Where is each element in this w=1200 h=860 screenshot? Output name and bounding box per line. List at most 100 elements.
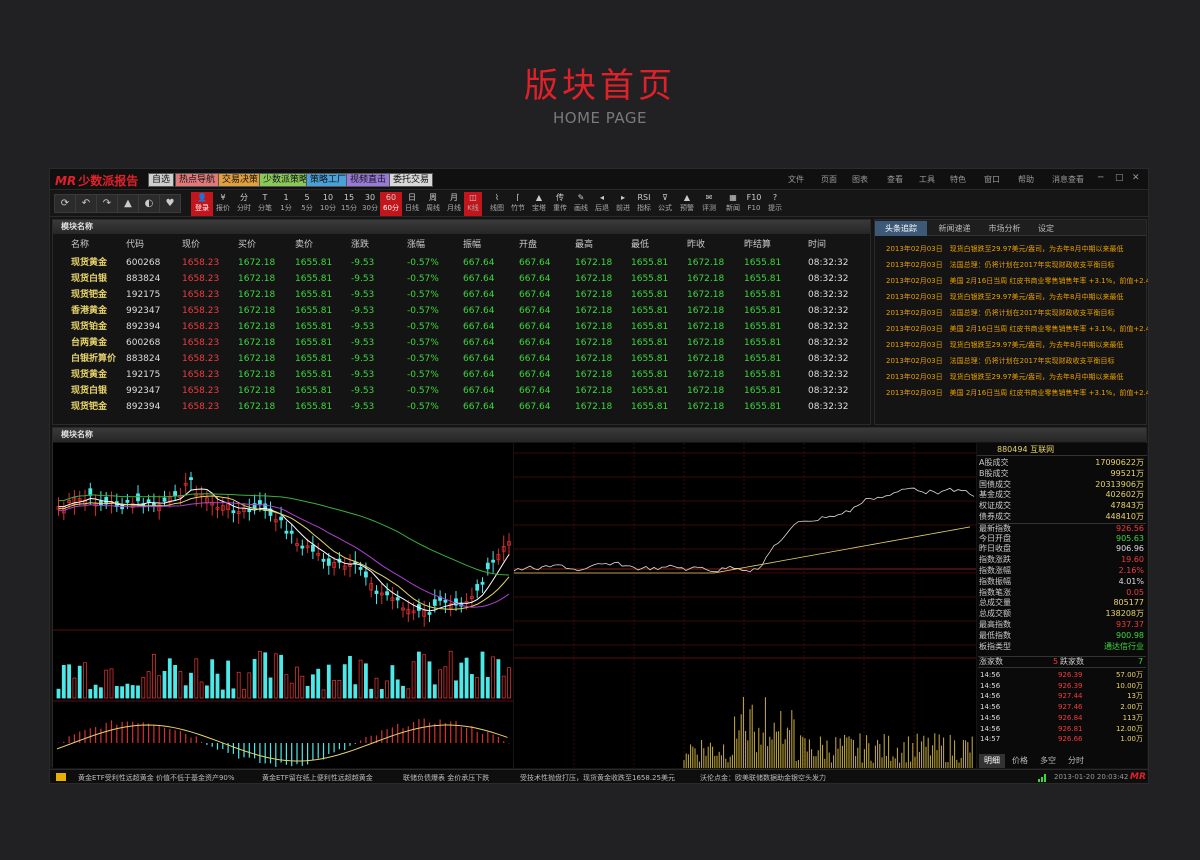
table-cell: -9.53 [351, 338, 375, 348]
back-button[interactable]: ↶ [75, 194, 97, 213]
info-tab-0[interactable]: 明细 [979, 754, 1005, 768]
volume-bar [252, 658, 257, 699]
news-item[interactable]: 2013年02月03日 现货白银跌至29.97美元/盎司，为去年8月中期以来最低 [886, 372, 1123, 382]
table-cell: 667.64 [463, 370, 495, 380]
stat-label: 板指类型 [979, 641, 1011, 651]
mail-icon[interactable] [56, 773, 66, 781]
news-tab-0[interactable]: 头条追踪 [875, 221, 927, 236]
table-cell: 667.64 [519, 306, 551, 316]
heart-button[interactable]: ♥ [159, 194, 181, 213]
table-cell: 1658.23 [182, 306, 220, 316]
menu-item-7[interactable]: 帮助 [1018, 174, 1034, 185]
table-cell: 1655.81 [631, 274, 669, 284]
toolbar-item-13[interactable]: ◫ K线 [464, 192, 482, 216]
news-item[interactable]: 2013年02月03日 美国 2月16日当周 红皮书商业零售销售年率 +3.1%… [886, 324, 1148, 334]
table-row[interactable]: 现货白银 992347 1658.23 1672.18 1655.81 -9.53 -0.5… [53, 383, 872, 399]
table-cell: -9.53 [351, 354, 375, 364]
volume-bar [210, 659, 215, 699]
contrast-button[interactable]: ◐ [138, 194, 160, 213]
column-header: 最高 [575, 240, 594, 250]
tick-row: 14:56 926.81 12.00万 [978, 724, 1146, 735]
forward-button[interactable]: ↷ [96, 194, 118, 213]
table-cell: -0.57% [407, 274, 439, 284]
table-row[interactable]: 现货钯金 192175 1658.23 1672.18 1655.81 -9.53 -0.5… [53, 287, 872, 303]
table-cell: 现货铂金 [71, 322, 108, 332]
table-cell: 白银折算价 [71, 354, 117, 364]
ticker-item[interactable]: 黄金ETF受利性远超黄金 价值不低于基金资产90% [78, 773, 235, 783]
table-cell: -9.53 [351, 386, 375, 396]
ticker-item[interactable]: 受技术性抛盘打压，现货黄金收跌至1658.25美元 [520, 773, 675, 783]
table-cell: 08:32:32 [808, 322, 849, 332]
table-row[interactable]: 现货铂金 892394 1658.23 1672.18 1655.81 -9.53 -0.5… [53, 319, 872, 335]
menu-item-0[interactable]: 文件 [788, 174, 804, 185]
news-item[interactable]: 2013年02月03日 法国总理：仍将计划在2017年实现财政收支平衡目标 [886, 356, 1114, 366]
candle [247, 509, 252, 513]
minimize-button[interactable]: ─ [1098, 173, 1103, 183]
menu-item-2[interactable]: 图表 [852, 174, 868, 185]
menu-item-3[interactable]: 查看 [887, 174, 903, 185]
table-row[interactable]: 现货钯金 892394 1658.23 1672.18 1655.81 -9.53 -0.5… [53, 399, 872, 415]
stat-label: 权证成交 [979, 501, 1011, 511]
refresh-button[interactable]: ⟳ [54, 194, 76, 213]
menu-item-6[interactable]: 窗口 [984, 174, 1000, 185]
table-cell: 台两黄金 [71, 338, 108, 348]
table-row[interactable]: 现货黄金 192175 1658.23 1672.18 1655.81 -9.53 -0.5… [53, 367, 872, 383]
volume-bar [61, 664, 66, 699]
table-cell: 1655.81 [295, 274, 333, 284]
ticker-item[interactable]: 沃伦点金：欧美联储数据助金银空头发力 [700, 773, 826, 783]
news-item[interactable]: 2013年02月03日 现货白银跌至29.97美元/盎司，为去年8月中期以来最低 [886, 244, 1123, 254]
timeshare-chart[interactable] [514, 443, 976, 768]
info-tab-3[interactable]: 分时 [1063, 754, 1089, 768]
volume-bar [120, 686, 124, 699]
table-cell: -0.57% [407, 290, 439, 300]
table-cell: 08:32:32 [808, 306, 849, 316]
tick-p: 926.81 [1058, 724, 1083, 733]
table-row[interactable]: 香港黄金 992347 1658.23 1672.18 1655.81 -9.53 -0.5… [53, 303, 872, 319]
menu-item-1[interactable]: 页面 [821, 174, 837, 185]
news-item[interactable]: 2013年02月03日 美国 2月16日当周 红皮书商业零售销售年率 +3.1%… [886, 388, 1148, 398]
info-tab-2[interactable]: 多空 [1035, 754, 1061, 768]
toolbar-item-icon: 30 [364, 193, 376, 202]
volume-bar [130, 685, 135, 699]
table-row[interactable]: 台两黄金 600268 1658.23 1672.18 1655.81 -9.53 -0.5… [53, 335, 872, 351]
table-row[interactable]: 现货白银 883824 1658.23 1672.18 1655.81 -9.53 -0.5… [53, 271, 872, 287]
table-cell: 1655.81 [631, 354, 669, 364]
news-tab-3[interactable]: 设定 [1031, 221, 1061, 236]
table-cell: 1658.23 [182, 386, 220, 396]
nav-button-5[interactable]: 视频直击 [346, 173, 391, 187]
news-item[interactable]: 2013年02月03日 美国 2月16日当周 红皮书商业零售销售年率 +3.1%… [886, 276, 1148, 286]
news-item[interactable]: 2013年02月03日 法国总理：仍将计划在2017年实现财政收支平衡目标 [886, 308, 1114, 318]
close-button[interactable]: ✕ [1132, 173, 1140, 183]
maximize-button[interactable]: □ [1115, 173, 1124, 183]
nav-button-0[interactable]: 自选 [148, 173, 175, 187]
table-row[interactable]: 白银折算价 883824 1658.23 1672.18 1655.81 -9.53 -0.… [53, 351, 872, 367]
menu-item-5[interactable]: 特色 [950, 174, 966, 185]
ticker-item[interactable]: 联储负债爆表 金价承压下跌 [403, 773, 489, 783]
stat-row: 指数涨幅 2.16% [978, 566, 1146, 576]
table-cell: -9.53 [351, 290, 375, 300]
up-button[interactable]: ▲ [117, 194, 139, 213]
nav-button-3[interactable]: 少数派策略 [259, 173, 313, 187]
news-item[interactable]: 2013年02月03日 现货白银跌至29.97美元/盎司，为去年8月中期以来最低 [886, 292, 1123, 302]
news-item[interactable]: 2013年02月03日 现货白银跌至29.97美元/盎司，为去年8月中期以来最低 [886, 340, 1123, 350]
nav-button-4[interactable]: 策略工厂 [306, 173, 351, 187]
nav-button-1[interactable]: 热点导航 [175, 173, 220, 187]
menu-item-4[interactable]: 工具 [919, 174, 935, 185]
toolbar-item-27[interactable]: ? 提示 [764, 192, 786, 216]
kline-chart[interactable] [53, 443, 513, 768]
nav-button-2[interactable]: 交易决策 [218, 173, 263, 187]
ticker-item[interactable]: 黄金ETF留在纸上便利性远超越黄金 [262, 773, 373, 783]
down-val: 7 [1138, 657, 1144, 666]
info-tab-1[interactable]: 价格 [1007, 754, 1033, 768]
menu-item-8[interactable]: 消息查看 [1052, 174, 1084, 185]
table-cell: 1672.18 [575, 386, 613, 396]
volume-bar [454, 680, 458, 699]
news-item[interactable]: 2013年02月03日 法国总理：仍将计划在2017年实现财政收支平衡目标 [886, 260, 1114, 270]
news-tab-2[interactable]: 市场分析 [981, 221, 1028, 236]
table-cell: -0.57% [407, 402, 439, 412]
table-row[interactable]: 现货黄金 600268 1658.23 1672.18 1655.81 -9.53 -0.5… [53, 255, 872, 271]
news-tab-1[interactable]: 新闻速递 [931, 221, 978, 236]
nav-button-6[interactable]: 委托交易 [389, 173, 434, 187]
stat-value: 138208万 [1105, 609, 1144, 619]
volume-bar [480, 651, 485, 699]
